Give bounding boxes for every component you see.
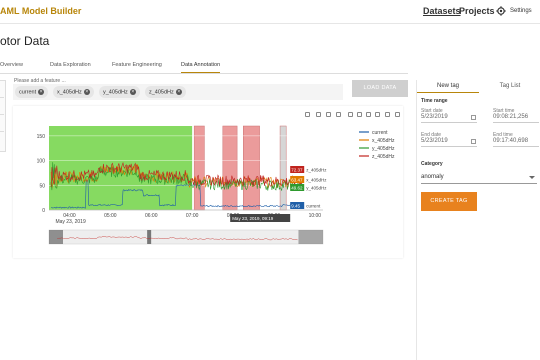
category-value: anomaly xyxy=(421,174,444,180)
calendar-icon[interactable] xyxy=(471,115,476,120)
x-date-label: May 23, 2019 xyxy=(55,219,86,225)
range-slider-mask-right xyxy=(298,230,323,244)
remove-chip-icon[interactable]: × xyxy=(83,89,90,95)
chip-label: y_405dHz xyxy=(103,89,128,96)
nav-datasets-link[interactable]: Datasets xyxy=(423,6,461,16)
x-tick-label: 06:00 xyxy=(145,213,158,219)
legend-label-current: current xyxy=(372,130,388,136)
category-heading: Category xyxy=(421,161,443,167)
chip-z[interactable]: z_405dHz × xyxy=(145,86,186,98)
remove-chip-icon[interactable]: × xyxy=(38,89,45,95)
end-time-field[interactable]: 09:17:40,698 xyxy=(493,138,539,147)
page-title: otor Data xyxy=(0,34,50,48)
tab-data-exploration[interactable]: Data Exploration xyxy=(50,62,91,68)
y-tick-label: 150 xyxy=(37,134,46,140)
x-tick-label: 10:00 xyxy=(309,213,322,219)
start-time-value: 09:08:21,256 xyxy=(493,114,529,120)
chip-y[interactable]: y_405dHz × xyxy=(99,86,140,98)
annotation-region-selected xyxy=(279,125,287,211)
annotation-region-normal xyxy=(49,126,193,210)
x-tick-label: 05:00 xyxy=(104,213,117,219)
settings-link[interactable]: Settings xyxy=(510,8,532,14)
chip-label: x_405dHz xyxy=(57,89,82,96)
legend-label-x_405dHz: x_405dHz xyxy=(372,138,395,144)
chart-card: 05010015004:0005:0006:0007:0008:0009:001… xyxy=(13,106,403,258)
tag-panel: New tag Tag List Time range Start date 5… xyxy=(416,80,540,360)
gear-icon[interactable] xyxy=(496,6,506,16)
tab-feature-engineering[interactable]: Feature Engineering xyxy=(112,62,162,68)
section-tabs: Overview Data Exploration Feature Engine… xyxy=(0,58,408,74)
create-tag-button[interactable]: CREATE TAG xyxy=(421,192,477,211)
y-tick-label: 0 xyxy=(42,208,45,214)
calendar-icon[interactable] xyxy=(471,139,476,144)
chip-label: z_405dHz xyxy=(149,89,174,96)
feature-select-input[interactable]: current × x_405dHz × y_405dHz × z_405dHz × xyxy=(13,84,343,100)
side-toolbar xyxy=(0,80,6,152)
annotation-region-anomaly xyxy=(193,125,205,211)
load-data-button[interactable]: LOAD DATA xyxy=(352,80,408,97)
y-tick-label: 100 xyxy=(37,159,46,165)
line-chart[interactable]: 05010015004:0005:0006:0007:0008:0009:001… xyxy=(13,106,403,258)
end-date-value: 5/23/2019 xyxy=(421,138,448,144)
end-date-field[interactable]: 5/23/2019 xyxy=(421,138,477,147)
chip-x[interactable]: x_405dHz × xyxy=(53,86,94,98)
y-tick-label: 50 xyxy=(39,183,45,189)
legend-label-z_405dHz: z_405dHz xyxy=(372,154,395,160)
range-slider-mask-left xyxy=(49,230,63,244)
chevron-down-icon xyxy=(529,176,535,179)
top-bar: AML Model Builder Datasets Projects Sett… xyxy=(0,0,540,24)
range-slider xyxy=(48,229,324,245)
start-time-field[interactable]: 09:08:21,256 xyxy=(493,114,539,123)
remove-chip-icon[interactable]: × xyxy=(129,89,136,95)
annotation-region-anomaly xyxy=(243,125,260,211)
hover-x-label: May 23, 2019, 09:19 xyxy=(232,216,274,221)
x-tick-label: 07:00 xyxy=(186,213,199,219)
side-tool-1[interactable] xyxy=(0,84,4,98)
chip-current[interactable]: current × xyxy=(15,86,49,98)
chip-label: current xyxy=(19,89,37,96)
hover-value: 49.62 xyxy=(291,186,303,191)
app-title: AML Model Builder xyxy=(0,6,82,16)
hover-series-label: x_405dHz xyxy=(306,178,327,183)
hover-series-label: z_405dHz xyxy=(306,168,327,173)
hover-series-label: y_405dHz xyxy=(306,186,327,191)
hover-value: 63.47 xyxy=(291,178,303,183)
tab-tag-list[interactable]: Tag List xyxy=(479,80,540,93)
start-date-field[interactable]: 5/23/2019 xyxy=(421,114,477,123)
nav-projects-link[interactable]: Projects xyxy=(459,6,495,16)
category-select[interactable]: anomaly xyxy=(421,174,537,184)
hover-series-label: current xyxy=(306,204,321,209)
hover-value: 9.45 xyxy=(291,204,300,209)
tab-overview[interactable]: Overview xyxy=(0,62,23,68)
remove-chip-icon[interactable]: × xyxy=(175,89,182,95)
side-tool-3[interactable] xyxy=(0,118,4,132)
range-slider-handle xyxy=(147,230,152,244)
legend-label-y_405dHz: y_405dHz xyxy=(372,146,395,152)
tab-data-annotation[interactable]: Data Annotation xyxy=(181,62,221,73)
side-tool-2[interactable] xyxy=(0,101,4,115)
tab-new-tag[interactable]: New tag xyxy=(417,80,479,93)
hover-value: 72.37 xyxy=(291,168,303,173)
end-time-value: 09:17:40,698 xyxy=(493,138,529,144)
time-range-heading: Time range xyxy=(421,98,448,104)
start-date-value: 5/23/2019 xyxy=(421,114,448,120)
annotation-region-anomaly xyxy=(222,125,238,211)
